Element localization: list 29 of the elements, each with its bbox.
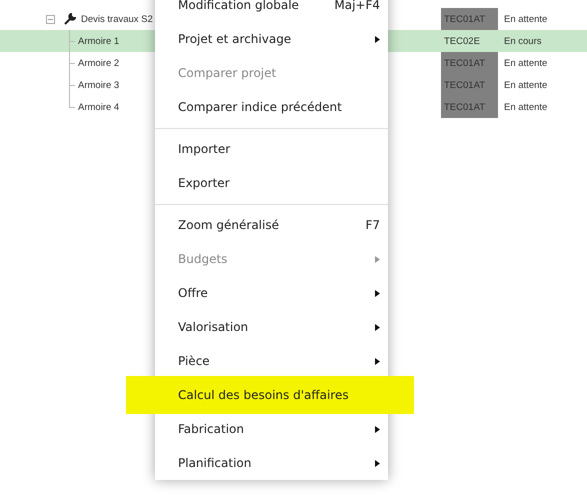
- menu-item[interactable]: Zoom généralisé F7: [155, 208, 388, 242]
- code-cell: TEC01AT: [441, 52, 498, 74]
- code-cell-text: TEC02E: [443, 34, 481, 48]
- collapse-toggle-icon[interactable]: [46, 14, 55, 24]
- menu-item[interactable]: Pièce: [155, 344, 388, 378]
- menu-item[interactable]: Calcul des besoins d'affaires: [126, 376, 414, 414]
- tree-item-label: Armoire 1: [78, 36, 120, 46]
- status-cell-text: En cours: [503, 34, 542, 48]
- menu-item[interactable]: Importer: [155, 132, 388, 166]
- menu-item[interactable]: Valorisation: [155, 310, 388, 344]
- tree-item-label: Armoire 2: [78, 58, 120, 68]
- wrench-icon: [64, 13, 76, 25]
- status-cell-text: En attente: [503, 56, 548, 70]
- menu-item[interactable]: Fabrication: [155, 412, 388, 446]
- code-cell: TEC01AT: [441, 74, 498, 96]
- menu-item[interactable]: Modification globale Maj+F4: [155, 0, 388, 22]
- menu-item[interactable]: Offre: [155, 276, 388, 310]
- menu-item[interactable]: Comparer indice précédent: [155, 90, 388, 124]
- menu-item[interactable]: Exporter: [155, 166, 388, 200]
- tree-item-label: Armoire 4: [78, 102, 120, 112]
- menu-item[interactable]: Projet et archivage: [155, 22, 388, 56]
- tree-item-label: Armoire 3: [78, 80, 120, 90]
- code-cell: TEC01AT: [441, 96, 498, 118]
- tree-item-label: Devis travaux S2: [81, 14, 153, 24]
- status-cell-text: En attente: [503, 78, 548, 92]
- code-cell: TEC01AT: [441, 8, 498, 30]
- status-cell-text: En attente: [503, 12, 548, 26]
- status-cell-text: En attente: [503, 100, 548, 114]
- menu-item[interactable]: Planification: [155, 446, 388, 480]
